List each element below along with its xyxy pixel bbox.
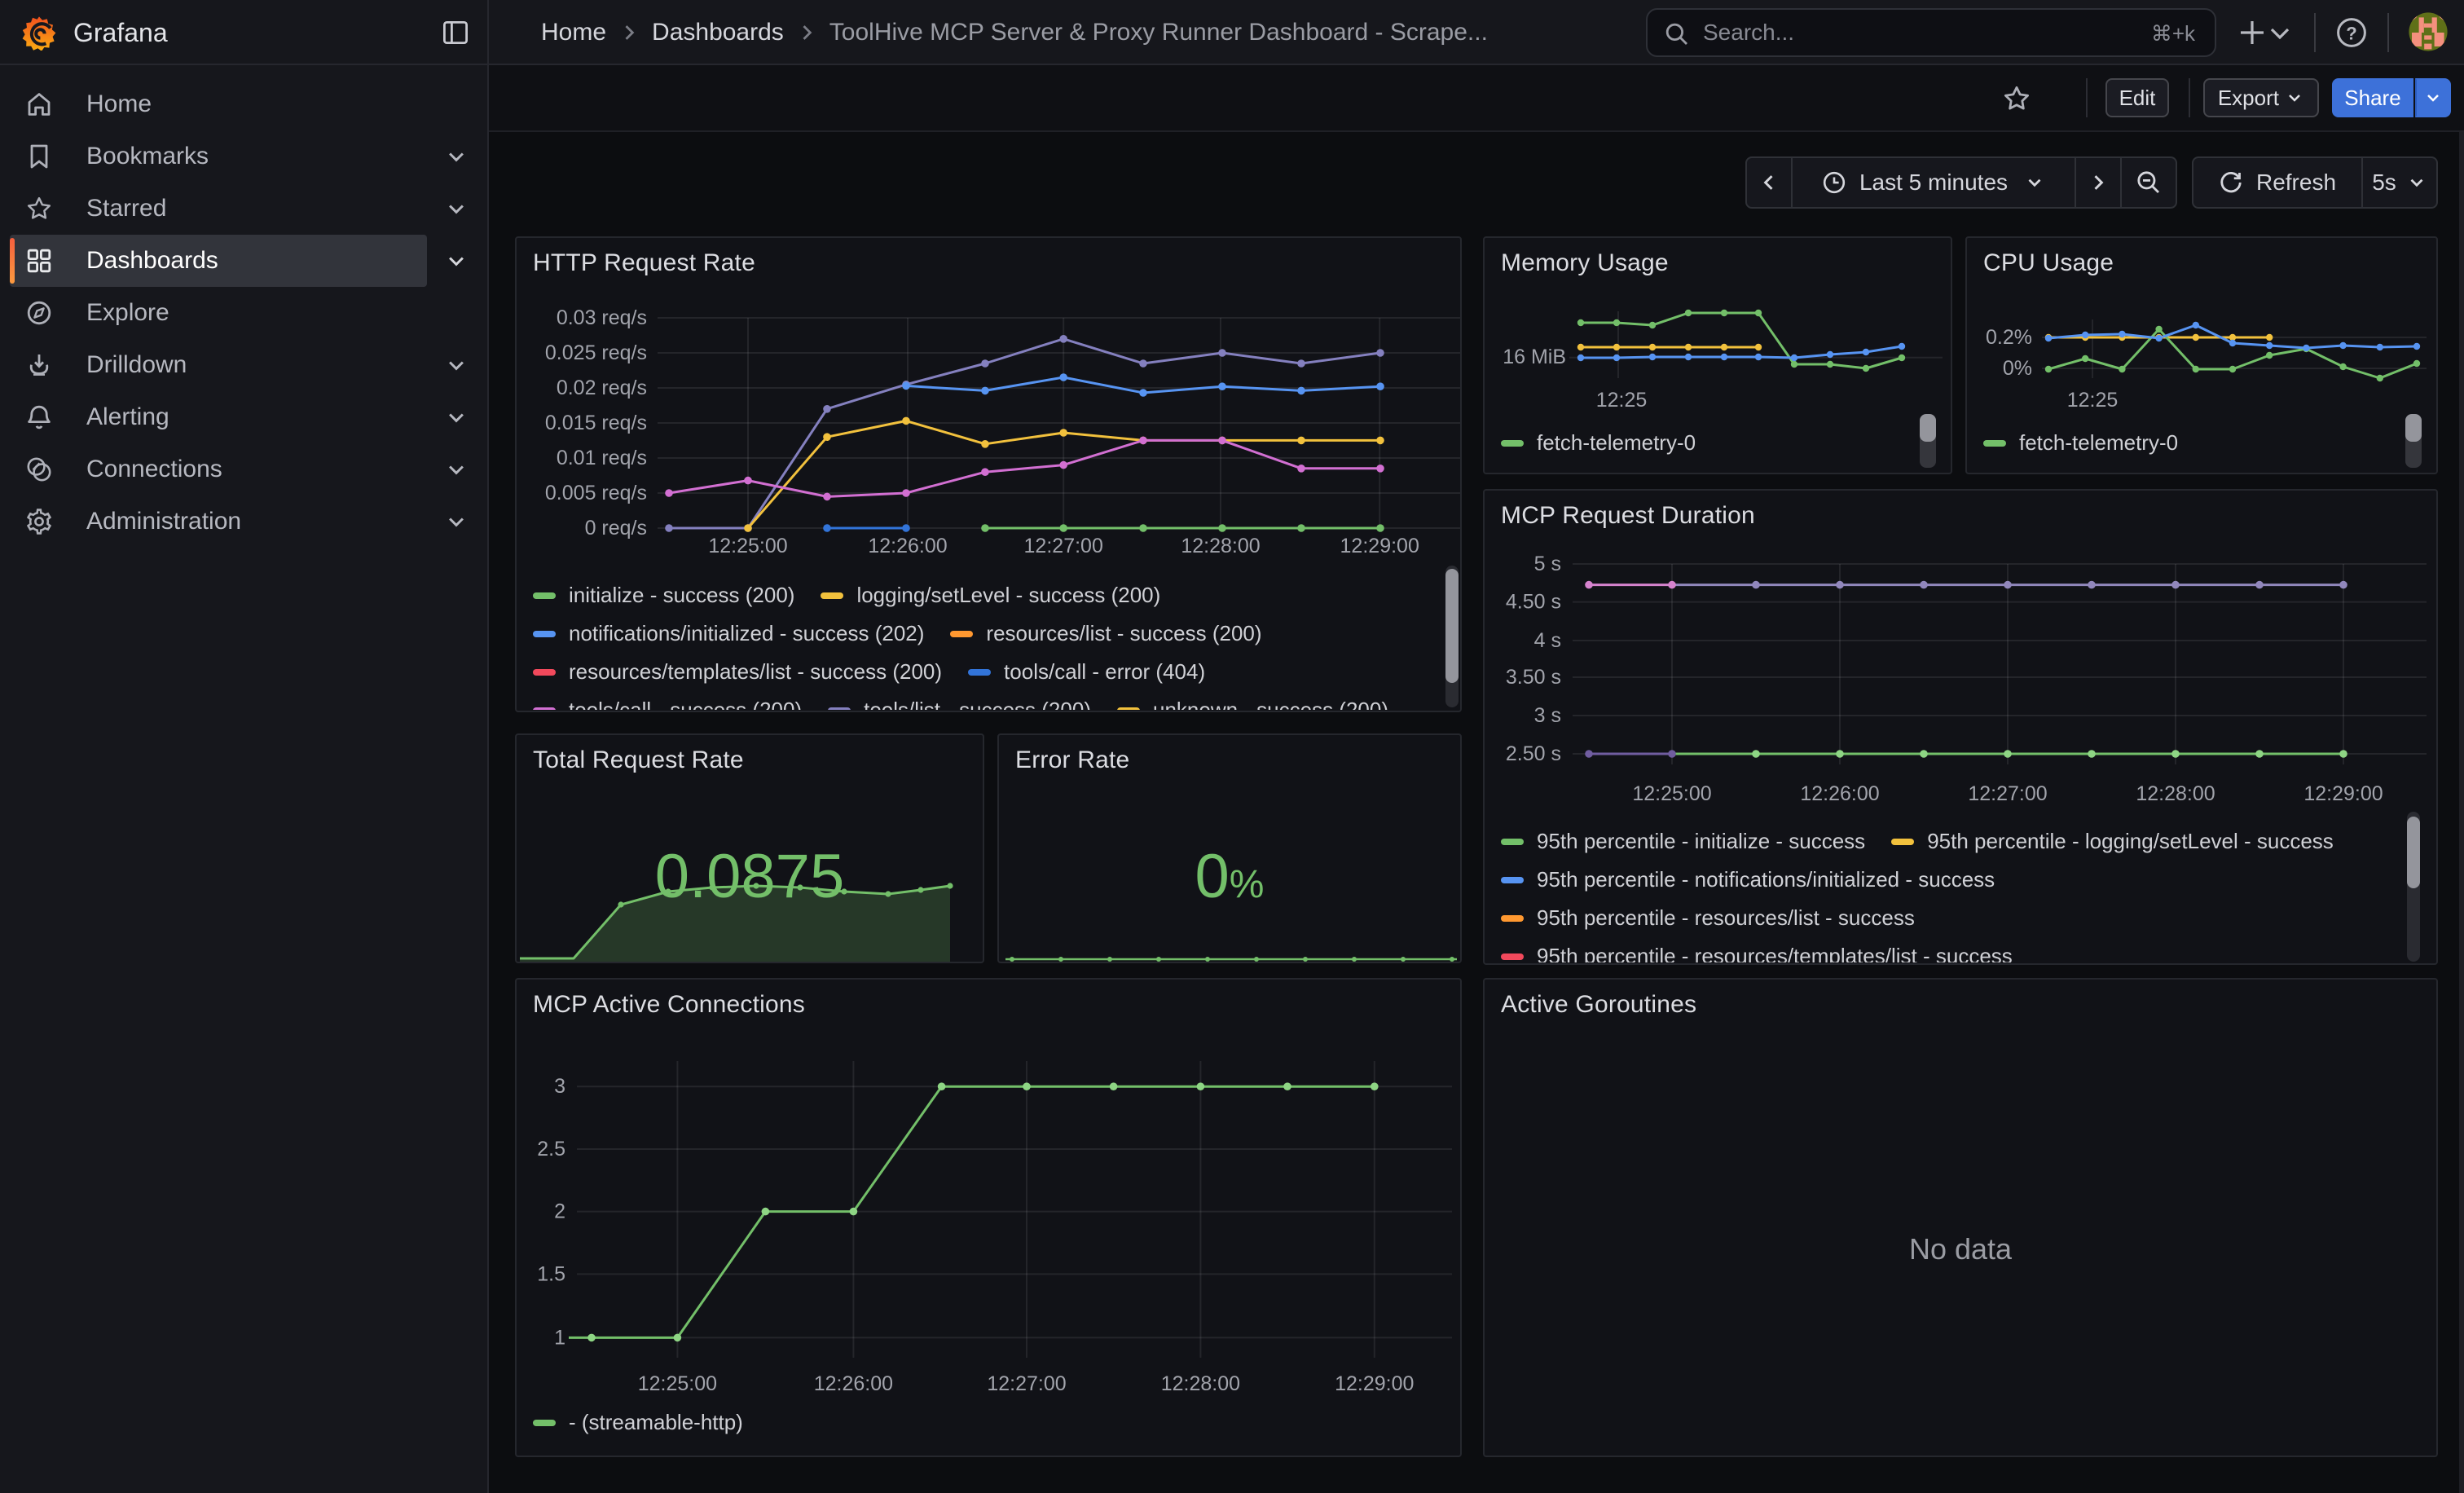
svg-text:0.03 req/s: 0.03 req/s: [557, 306, 647, 329]
svg-text:4.50 s: 4.50 s: [1506, 591, 1561, 614]
svg-text:12:26:00: 12:26:00: [814, 1372, 893, 1395]
svg-text:0.01 req/s: 0.01 req/s: [557, 447, 647, 469]
svg-text:?: ?: [2346, 23, 2356, 43]
svg-text:12:27:00: 12:27:00: [987, 1372, 1066, 1395]
svg-text:3: 3: [554, 1075, 565, 1098]
svg-text:12:29:00: 12:29:00: [1335, 1372, 1414, 1395]
svg-text:1: 1: [554, 1326, 565, 1349]
svg-text:12:28:00: 12:28:00: [2136, 782, 2215, 805]
svg-text:12:28:00: 12:28:00: [1181, 535, 1260, 557]
svg-text:12:28:00: 12:28:00: [1161, 1372, 1240, 1395]
svg-text:0 req/s: 0 req/s: [585, 517, 647, 540]
svg-text:12:27:00: 12:27:00: [1968, 782, 2047, 805]
svg-text:16 MiB: 16 MiB: [1503, 346, 1566, 368]
svg-text:1.5: 1.5: [537, 1262, 565, 1285]
svg-text:12:29:00: 12:29:00: [1340, 535, 1419, 557]
svg-text:12:29:00: 12:29:00: [2303, 782, 2383, 805]
svg-text:0.02 req/s: 0.02 req/s: [557, 377, 647, 399]
svg-text:5 s: 5 s: [1534, 553, 1561, 575]
svg-text:12:25: 12:25: [2067, 389, 2119, 412]
svg-text:0.2%: 0.2%: [1986, 326, 2032, 349]
svg-text:12:26:00: 12:26:00: [1800, 782, 1879, 805]
svg-text:2.50 s: 2.50 s: [1506, 742, 1561, 765]
svg-text:0.015 req/s: 0.015 req/s: [545, 412, 647, 434]
svg-text:12:25:00: 12:25:00: [638, 1372, 717, 1395]
svg-text:3.50 s: 3.50 s: [1506, 666, 1561, 689]
svg-text:12:25: 12:25: [1596, 389, 1648, 412]
svg-text:3 s: 3 s: [1534, 704, 1561, 727]
svg-text:2.5: 2.5: [537, 1138, 565, 1160]
svg-text:0.025 req/s: 0.025 req/s: [545, 341, 647, 364]
svg-text:12:27:00: 12:27:00: [1024, 535, 1103, 557]
svg-text:12:25:00: 12:25:00: [1632, 782, 1711, 805]
svg-text:4 s: 4 s: [1534, 629, 1561, 652]
svg-text:12:25:00: 12:25:00: [708, 535, 787, 557]
svg-text:0.005 req/s: 0.005 req/s: [545, 482, 647, 504]
svg-text:12:26:00: 12:26:00: [868, 535, 947, 557]
svg-text:2: 2: [554, 1200, 565, 1223]
svg-text:0%: 0%: [2003, 357, 2032, 380]
